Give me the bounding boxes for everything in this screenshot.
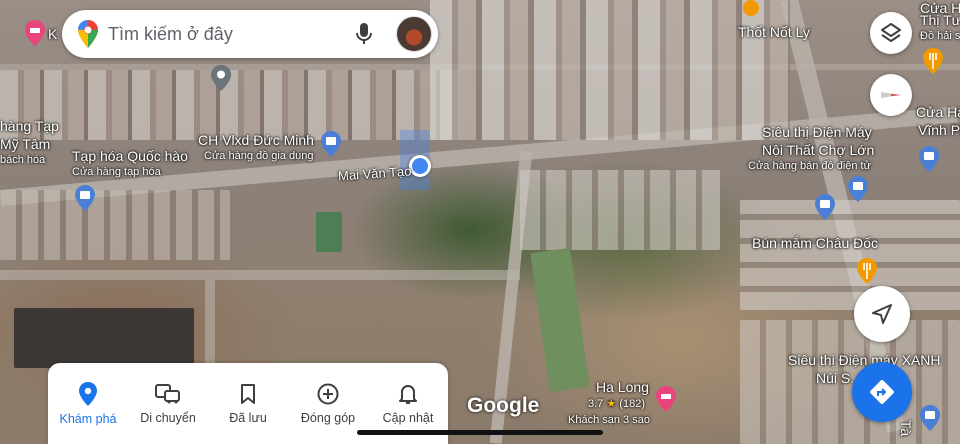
hotel-pin-icon[interactable] xyxy=(656,386,676,412)
place-label[interactable]: CH Vlxd Đức Minh xyxy=(198,132,314,148)
hotel-pin-icon[interactable] xyxy=(25,20,45,46)
place-sublabel: Cửa hàng đồ gia dụng xyxy=(204,150,314,162)
compass-icon xyxy=(879,83,903,107)
commute-icon xyxy=(155,383,181,405)
home-indicator[interactable] xyxy=(357,430,603,435)
microphone-icon[interactable] xyxy=(356,23,372,45)
shop-pin-icon[interactable] xyxy=(848,176,868,202)
navigation-arrow-icon xyxy=(871,303,893,325)
maps-pin-logo-icon xyxy=(78,20,98,48)
food-pin-icon[interactable] xyxy=(857,258,877,284)
layers-button[interactable] xyxy=(870,12,912,54)
place-sublabel: Cửa hàng tạp hóa xyxy=(72,166,161,178)
road-west-lower xyxy=(0,270,520,280)
green-roof xyxy=(530,247,590,393)
layers-icon xyxy=(880,22,902,44)
tab-commute[interactable]: Di chuyển xyxy=(128,363,208,444)
directions-button[interactable] xyxy=(852,362,912,422)
tab-saved[interactable]: Đã lưu xyxy=(208,363,288,444)
shop-pin-icon[interactable] xyxy=(919,146,939,172)
edge-label: bách hóa xyxy=(0,154,46,166)
edge-label: Mỹ Tâm xyxy=(0,136,51,152)
edge-label: Vĩnh Pl xyxy=(918,122,960,138)
buildings-row xyxy=(0,190,230,260)
tab-label: Khám phá xyxy=(59,411,117,426)
tab-label: Cập nhật xyxy=(382,410,434,425)
place-label-line2: Nội Thất Chợ Lớn xyxy=(762,142,875,158)
review-count: (182) xyxy=(619,398,645,410)
shop-pin-icon[interactable] xyxy=(920,405,940,431)
food-pin-icon[interactable] xyxy=(741,0,761,26)
place-label[interactable]: Bún mắm Châu Đốc xyxy=(752,235,878,251)
tab-label: Di chuyển xyxy=(140,410,196,425)
generic-pin-icon[interactable] xyxy=(211,65,231,91)
shop-pin-icon[interactable] xyxy=(321,131,341,157)
buildings-block xyxy=(520,170,720,250)
tab-label: Đóng góp xyxy=(300,410,356,425)
tab-explore[interactable]: Khám phá xyxy=(48,363,128,444)
shop-pin-icon[interactable] xyxy=(75,185,95,211)
avatar[interactable] xyxy=(396,16,432,52)
place-label[interactable]: Tạp hóa Quốc hào xyxy=(72,148,188,164)
tab-label: Đã lưu xyxy=(229,410,267,425)
edge-label: K xyxy=(48,26,58,42)
directions-icon xyxy=(867,377,897,407)
place-label[interactable]: Ha Long xyxy=(596,379,649,395)
bell-icon xyxy=(398,383,418,405)
food-pin-icon[interactable] xyxy=(923,48,943,74)
place-label[interactable]: Siêu thị Điện máy XANH xyxy=(788,352,941,368)
star-icon: ★ xyxy=(606,398,617,410)
edge-label: hàng Tạp xyxy=(0,118,59,134)
buildings-block xyxy=(430,0,790,140)
tab-contribute[interactable]: Đóng góp xyxy=(288,363,368,444)
green-area xyxy=(316,212,342,252)
current-location-dot xyxy=(409,155,431,177)
place-label[interactable]: Thốt Nốt Ly xyxy=(738,24,810,40)
compass-button[interactable] xyxy=(870,74,912,116)
road-left-vertical xyxy=(205,280,215,370)
place-label[interactable]: Siêu thị Điện Máy xyxy=(762,124,872,140)
buildings-block xyxy=(740,200,960,310)
edge-label: Thị Tư xyxy=(920,12,960,28)
search-bar[interactable]: Tìm kiếm ở đây xyxy=(62,10,438,58)
search-input[interactable]: Tìm kiếm ở đây xyxy=(108,24,356,45)
place-sublabel: Khách sạn 3 sao xyxy=(568,414,650,426)
google-logo: Google xyxy=(467,394,540,417)
explore-pin-icon xyxy=(79,381,97,406)
place-sublabel: Cửa hàng bán đồ điện tử xyxy=(748,160,871,172)
rating-value: 3.7 xyxy=(588,398,604,410)
pond xyxy=(14,308,194,368)
add-circle-icon xyxy=(317,383,339,405)
bookmark-icon xyxy=(240,383,256,405)
shop-pin-icon[interactable] xyxy=(815,194,835,220)
edge-label: Đồ hải s xyxy=(920,30,960,42)
edge-label: Tà xyxy=(898,419,915,437)
my-location-button[interactable] xyxy=(854,286,910,342)
edge-label: Cửa Hà xyxy=(916,104,960,120)
